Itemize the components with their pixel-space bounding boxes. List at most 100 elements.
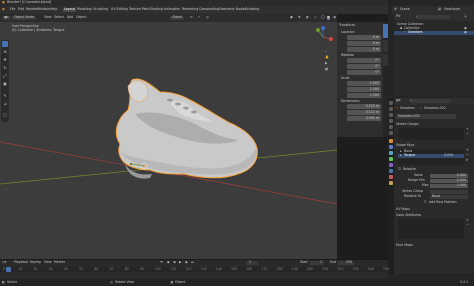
dimensions-y-field[interactable]: 0.111 m xyxy=(347,110,381,115)
transform-section-header[interactable]: Transform xyxy=(339,23,355,28)
modifier-properties-tab[interactable] xyxy=(389,145,393,149)
tab-modeling[interactable]: Modeling xyxy=(77,7,92,12)
mode-dropdown[interactable]: Object Mode xyxy=(12,15,37,20)
properties-editor-icon[interactable]: ▥▾ xyxy=(396,98,401,103)
material-properties-tab[interactable] xyxy=(389,175,393,179)
add-rest-checkbox[interactable]: ☐ xyxy=(424,200,427,205)
menu-select[interactable]: Select xyxy=(54,15,64,20)
rotation-x-field[interactable]: 0° xyxy=(347,58,381,63)
physics-properties-tab[interactable] xyxy=(389,157,393,161)
playhead[interactable] xyxy=(6,267,11,272)
output-properties-tab[interactable] xyxy=(389,113,393,117)
menu-window[interactable]: Window xyxy=(37,7,50,12)
object-properties-tab[interactable] xyxy=(389,139,393,143)
tool-properties-tab[interactable] xyxy=(389,101,393,105)
menu-add[interactable]: Add xyxy=(67,15,73,20)
shape-keys-list[interactable]: ▸ Basis ▸ Tongue 0.000 xyxy=(398,149,464,165)
prev-keyframe-icon[interactable]: ◆ xyxy=(167,260,169,265)
tab-texture-paint[interactable]: Texture Paint xyxy=(129,7,150,12)
texture-properties-tab[interactable] xyxy=(389,181,393,185)
transform-tool-icon[interactable]: ▣ xyxy=(2,81,8,87)
location-x-field[interactable]: 0 m xyxy=(347,35,381,40)
timeline-menu-marker[interactable]: Marker xyxy=(54,260,65,265)
color-attributes-header[interactable]: Color Attributes xyxy=(396,213,421,218)
overlay-toggle-icon[interactable]: ◐ xyxy=(306,15,309,20)
range-max-field[interactable]: 1.000 xyxy=(430,183,468,188)
mesh-datablock-field[interactable]: Sneakers.002 xyxy=(396,114,456,119)
scene-properties-tab[interactable] xyxy=(389,125,393,129)
timeline-menu-playback[interactable]: Playback xyxy=(14,260,28,265)
mesh-breadcrumb[interactable]: Sneakers.002 xyxy=(424,106,446,111)
navigation-gizmo[interactable] xyxy=(312,26,334,48)
outliner-search-input[interactable]: ⌕ xyxy=(416,14,450,19)
mesh-data-properties-tab[interactable] xyxy=(389,169,393,173)
view-layer-properties-tab[interactable] xyxy=(389,119,393,123)
ortho-view-icon[interactable]: ▦ xyxy=(325,67,328,72)
transform-orientation-dropdown[interactable]: Global xyxy=(170,15,185,20)
dimensions-x-field[interactable]: 0.215 m xyxy=(347,104,381,109)
xray-toggle-icon[interactable]: ▭ xyxy=(314,15,317,20)
next-keyframe-icon[interactable]: ◆ xyxy=(185,260,187,265)
rotation-y-field[interactable]: 0° xyxy=(347,64,381,69)
vertex-groups-header[interactable]: Vertex Groups xyxy=(396,122,419,127)
current-frame-field[interactable]: 1 xyxy=(246,260,258,265)
tab-geometry-nodes[interactable]: Geometry Nodes xyxy=(219,7,246,12)
proportional-edit-icon[interactable]: ◎ xyxy=(206,15,209,20)
annotate-tool-icon[interactable]: ✎ xyxy=(2,93,8,99)
shading-solid-icon[interactable]: ● xyxy=(327,15,330,20)
jump-end-icon[interactable]: ⏭ xyxy=(191,260,194,265)
visibility-icon[interactable]: ◉ xyxy=(290,15,293,20)
blender-menu-icon[interactable]: ◉ xyxy=(2,7,5,12)
tab-rendering[interactable]: Rendering xyxy=(182,7,198,12)
outliner-filter-icon[interactable]: ⏚ xyxy=(464,14,467,19)
outliner-row-sneakers[interactable]: ▿ Sneakers ◉ xyxy=(394,30,474,35)
scale-x-field[interactable]: 1.000 xyxy=(347,81,381,86)
menu-render[interactable]: Render xyxy=(26,7,37,12)
face-maps-header[interactable]: Face Maps xyxy=(396,243,413,248)
camera-view-icon[interactable]: ▶ xyxy=(325,61,327,66)
menu-edit[interactable]: Edit xyxy=(18,7,24,12)
scene-name[interactable]: Scene xyxy=(400,7,410,12)
particle-properties-tab[interactable] xyxy=(389,151,393,155)
menu-help[interactable]: Help xyxy=(50,7,57,12)
location-z-field[interactable]: 0 m xyxy=(347,47,381,52)
render-properties-tab[interactable] xyxy=(389,107,393,111)
pan-view-icon[interactable]: ✋ xyxy=(325,55,329,60)
shape-key-menu-icon[interactable]: ▾ xyxy=(466,158,468,163)
snap-icon[interactable]: ⌖ xyxy=(198,15,200,20)
scale-tool-icon[interactable]: ⤢ xyxy=(2,73,8,79)
tab-layout[interactable]: Layout xyxy=(63,7,76,12)
view-layer-icon[interactable]: ▤ xyxy=(438,7,441,12)
cursor-tool-icon[interactable]: ⊕ xyxy=(2,49,8,55)
relative-to-field[interactable]: Basis xyxy=(430,194,468,199)
play-icon[interactable]: ▶ xyxy=(179,260,181,265)
select-box-tool[interactable] xyxy=(2,41,8,47)
end-frame-field[interactable]: 250 xyxy=(338,260,354,265)
world-properties-tab[interactable] xyxy=(389,131,393,135)
menu-view[interactable]: View xyxy=(44,15,52,20)
scale-z-field[interactable]: 1.000 xyxy=(347,93,381,98)
color-attributes-list[interactable] xyxy=(398,219,464,239)
pivot-icon[interactable]: ⊙ xyxy=(190,15,193,20)
tab-sculpting[interactable]: Sculpting xyxy=(93,7,108,12)
dimensions-z-field[interactable]: 0.091 m xyxy=(347,116,381,121)
remove-color-attribute-icon[interactable]: − xyxy=(466,223,469,228)
visibility-eye-icon[interactable]: ◉ xyxy=(464,30,467,35)
timeline-menu-view[interactable]: View xyxy=(44,260,52,265)
tab-scripting[interactable]: Scripting xyxy=(245,7,259,12)
shading-wireframe-icon[interactable]: ◯ xyxy=(321,15,325,20)
menu-file[interactable]: File xyxy=(10,7,15,12)
remove-vertex-group-icon[interactable]: − xyxy=(466,132,469,137)
gizmo-toggle-icon[interactable]: ✥ xyxy=(298,15,301,20)
location-y-field[interactable]: 0 m xyxy=(347,41,381,46)
editor-type-button[interactable]: ▣▾ xyxy=(2,15,11,20)
relative-checkbox[interactable]: ☑ xyxy=(398,167,401,172)
jump-start-icon[interactable]: ⏮ xyxy=(160,260,163,265)
measure-tool-icon[interactable]: ⊿ xyxy=(2,101,8,107)
tab-shading[interactable]: Shading xyxy=(150,7,163,12)
zoom-view-icon[interactable]: ⌕ xyxy=(325,49,327,54)
play-reverse-icon[interactable]: ◀ xyxy=(173,260,175,265)
vertex-groups-list[interactable] xyxy=(398,128,464,140)
object-breadcrumb[interactable]: Sneakers xyxy=(400,106,415,111)
constraint-properties-tab[interactable] xyxy=(389,163,393,167)
